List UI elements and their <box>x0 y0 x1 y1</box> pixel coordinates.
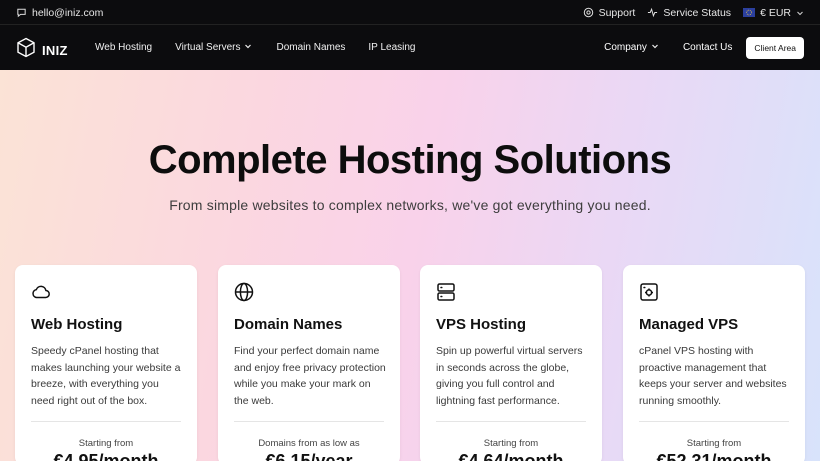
brand-name: INIZ <box>42 42 68 58</box>
card-from-label: Starting from <box>78 438 134 449</box>
lifebuoy-icon <box>583 7 594 18</box>
service-status-label: Service Status <box>663 6 732 19</box>
card-domain-names[interactable]: Domain Names Find your perfect domain na… <box>218 265 400 461</box>
brand-logo[interactable]: INIZ <box>16 37 68 63</box>
cube-logo-icon <box>16 37 36 63</box>
nav-link-label: Domain Names <box>276 42 346 53</box>
nav-company[interactable]: Company <box>604 42 659 53</box>
service-status-link[interactable]: Service Status <box>647 7 731 19</box>
card-managed-vps[interactable]: Managed VPS cPanel VPS hosting with proa… <box>623 265 805 461</box>
hero-subtitle: From simple websites to complex networks… <box>169 197 651 213</box>
currency-selector[interactable]: € EUR <box>743 7 804 19</box>
managed-server-icon <box>639 282 659 307</box>
card-divider <box>31 421 181 422</box>
card-price: €52.31/month <box>656 451 772 461</box>
nav-link-label: Virtual Servers <box>175 42 241 53</box>
card-description: Spin up powerful virtual servers in seco… <box>436 345 583 407</box>
main-nav: INIZ Web Hosting Virtual Servers Domain … <box>0 25 820 70</box>
nav-right: Company Contact Us Client Area <box>604 25 804 70</box>
nav-link-label: IP Leasing <box>368 42 416 53</box>
eu-flag-icon <box>743 8 756 17</box>
card-from-label: Starting from <box>483 438 539 449</box>
card-price: €4.64/month <box>458 451 564 461</box>
chevron-down-icon <box>796 9 804 17</box>
server-icon <box>436 282 456 307</box>
hero-title: Complete Hosting Solutions <box>148 138 672 182</box>
card-web-hosting[interactable]: Web Hosting Speedy cPanel hosting that m… <box>15 265 197 461</box>
card-title: Domain Names <box>234 316 343 333</box>
card-from-label: Domains from as low as <box>258 438 360 449</box>
support-link[interactable]: Support <box>583 6 636 19</box>
support-label: Support <box>598 6 636 19</box>
product-cards: Web Hosting Speedy cPanel hosting that m… <box>15 265 805 461</box>
card-from-label: Starting from <box>686 438 742 449</box>
nav-contact-us[interactable]: Contact Us <box>683 42 732 53</box>
card-title: Managed VPS <box>639 316 739 333</box>
hero-section: Complete Hosting Solutions From simple w… <box>0 70 820 461</box>
nav-virtual-servers[interactable]: Virtual Servers <box>175 42 252 53</box>
card-price: €4.95/month <box>53 451 159 461</box>
client-area-button[interactable]: Client Area <box>746 36 804 59</box>
nav-company-label: Company <box>604 42 647 53</box>
nav-links: Web Hosting Virtual Servers Domain Names… <box>95 25 415 70</box>
globe-icon <box>234 282 254 307</box>
top-utility-bar: hello@iniz.com Support Service Status € … <box>0 0 820 25</box>
nav-ip-leasing[interactable]: IP Leasing <box>368 42 415 53</box>
activity-icon <box>647 7 658 18</box>
nav-domain-names[interactable]: Domain Names <box>276 42 345 53</box>
card-title: Web Hosting <box>31 316 123 333</box>
card-description: Speedy cPanel hosting that makes launchi… <box>31 345 181 407</box>
card-divider <box>234 421 384 422</box>
email-text: hello@iniz.com <box>32 6 104 19</box>
card-description: Find your perfect domain name and enjoy … <box>234 345 386 407</box>
email-link[interactable]: hello@iniz.com <box>16 0 103 25</box>
card-title: VPS Hosting <box>436 316 527 333</box>
cloud-icon <box>31 282 51 307</box>
nav-link-label: Web Hosting <box>95 42 153 53</box>
card-description: cPanel VPS hosting with proactive manage… <box>639 345 787 407</box>
card-divider <box>639 421 789 422</box>
currency-label: € EUR <box>760 6 791 19</box>
card-price: €6.15/year <box>265 451 353 461</box>
chat-icon <box>16 7 27 18</box>
chevron-down-icon <box>651 42 659 53</box>
nav-web-hosting[interactable]: Web Hosting <box>95 42 152 53</box>
card-divider <box>436 421 586 422</box>
chevron-down-icon <box>244 42 252 53</box>
card-vps-hosting[interactable]: VPS Hosting Spin up powerful virtual ser… <box>420 265 602 461</box>
